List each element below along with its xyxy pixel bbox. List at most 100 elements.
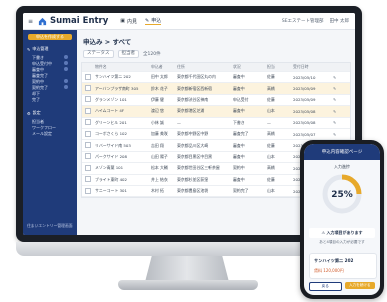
checkbox[interactable] bbox=[85, 96, 91, 103]
filter-staff[interactable]: 担当者 bbox=[117, 50, 139, 58]
checkbox[interactable] bbox=[85, 142, 91, 149]
sidebar-item-mail[interactable]: メール設定 bbox=[32, 131, 68, 136]
cell-address: 東京都新宿区西新宿 bbox=[177, 85, 213, 91]
cell-applicant: 木村 拓 bbox=[151, 188, 164, 194]
row-checkbox[interactable] bbox=[82, 119, 95, 126]
menu-icon[interactable]: ≡ bbox=[28, 18, 34, 25]
sidebar-item-complete[interactable]: 完了 bbox=[32, 97, 68, 102]
cell-applicant: 小林 誠 bbox=[151, 119, 164, 125]
col-staff[interactable]: 担当 bbox=[267, 64, 293, 70]
table-row[interactable]: アーバンプラザ南町 305 鈴木 花子 東京都新宿区西新宿 審査中 高橋 2023/05/… bbox=[82, 83, 350, 95]
monitor-base bbox=[118, 280, 258, 290]
tab-naiken-label: 内見 bbox=[127, 18, 138, 25]
edit-icon[interactable]: ✎ bbox=[333, 75, 347, 80]
row-checkbox[interactable] bbox=[82, 85, 95, 92]
tab-moushikomi[interactable]: ✎ 申込 bbox=[145, 17, 162, 25]
sidebar-item-rejected[interactable]: 却下 bbox=[32, 91, 68, 96]
create-application-button[interactable]: 申込を作成する bbox=[28, 34, 72, 40]
cell-date: 2023/05/08 bbox=[293, 108, 316, 114]
col-status[interactable]: 状況 bbox=[233, 64, 267, 70]
cell-applicant: 吉田 翔 bbox=[151, 142, 164, 148]
cell-property: グリーンヒル 201 bbox=[95, 119, 127, 125]
row-checkbox[interactable] bbox=[82, 107, 95, 115]
row-checkbox[interactable] bbox=[82, 73, 95, 81]
sidebar-item-workflow[interactable]: ワークフロー bbox=[32, 125, 68, 130]
row-checkbox[interactable] bbox=[82, 153, 95, 160]
sidebar-item-label: 担当者 bbox=[32, 119, 44, 124]
sidebar-item-review[interactable]: 審査中 bbox=[32, 67, 68, 72]
row-checkbox[interactable] bbox=[82, 96, 95, 103]
phone-header: 申込内容確認ページ bbox=[304, 144, 380, 160]
count-dot bbox=[64, 85, 68, 89]
top-bar: ≡ Sumai Entry ▣ 内見 ✎ 申込 SEエステート管理部 田中 太郎 bbox=[23, 13, 355, 30]
edit-icon[interactable]: ✎ bbox=[333, 109, 347, 114]
table-row[interactable]: グランメゾン 101 伊藤 健 東京都渋谷区神南 申込受付 佐藤 2023/05/09 ✎ bbox=[82, 95, 350, 107]
top-nav: ▣ 内見 ✎ 申込 bbox=[120, 17, 162, 25]
table-row[interactable]: ハイムコート 4F 渡辺 悠 東京都港区芝浦 審査中 山本 2023/05/08 ✎ bbox=[82, 106, 350, 118]
company-name[interactable]: SEエステート管理部 bbox=[282, 18, 324, 24]
cell-status: 申込受付 bbox=[233, 96, 249, 102]
sidebar-item-contracted[interactable]: 契約完了 bbox=[32, 85, 68, 90]
alert-detail: あと4項目の入力が必要です bbox=[319, 240, 365, 244]
row-checkbox[interactable] bbox=[82, 187, 95, 195]
cell-status: 契約中 bbox=[233, 165, 245, 171]
col-property[interactable]: 物件名 bbox=[95, 64, 151, 70]
checkbox[interactable] bbox=[85, 153, 91, 160]
row-checkbox[interactable] bbox=[82, 164, 95, 172]
cell-address: 東京都世田谷区三軒茶屋 bbox=[177, 165, 220, 171]
cell-applicant: 松本 大輔 bbox=[151, 165, 168, 171]
continue-button[interactable]: 入力を続ける bbox=[344, 282, 375, 289]
col-address[interactable]: 住所 bbox=[177, 64, 233, 70]
table-row[interactable]: グリーンヒル 201 小林 誠 — 下書き — 2023/05/08 ✎ bbox=[82, 118, 350, 129]
table-row[interactable]: サンハイツ第二 202 田中 太郎 東京都千代田区丸の内 審査中 佐藤 2023/05/1… bbox=[82, 72, 350, 84]
checkbox[interactable] bbox=[85, 164, 91, 171]
cell-applicant: 渡辺 悠 bbox=[151, 108, 164, 114]
cell-applicant: 田中 太郎 bbox=[151, 74, 168, 80]
sidebar-item-received[interactable]: 申込受付中 bbox=[32, 61, 68, 66]
cell-address: 東京都豊島区池袋 bbox=[177, 188, 209, 194]
sidebar-item-reviewed[interactable]: 審査完了 bbox=[32, 73, 68, 78]
row-checkbox[interactable] bbox=[82, 142, 95, 149]
checkbox[interactable] bbox=[85, 187, 91, 194]
sidebar-item-label: 下書き bbox=[32, 55, 44, 60]
cell-staff: 佐藤 bbox=[267, 142, 275, 148]
stage: ≡ Sumai Entry ▣ 内見 ✎ 申込 SEエステート管理部 田中 太郎 申… bbox=[0, 0, 387, 302]
cell-date: 2023/05/10 bbox=[293, 74, 316, 80]
cell-status: 審査中 bbox=[233, 85, 245, 91]
sidebar-item-contracting[interactable]: 契約中 bbox=[32, 79, 68, 84]
edit-icon[interactable]: ✎ bbox=[333, 120, 347, 125]
property-price: 賃料 120,000円 bbox=[314, 268, 344, 273]
checkbox[interactable] bbox=[85, 119, 91, 126]
app-name: Sumai Entry bbox=[50, 16, 109, 26]
row-checkbox[interactable] bbox=[82, 130, 95, 138]
pen-icon: ✎ bbox=[27, 46, 31, 52]
checkbox[interactable] bbox=[85, 130, 91, 137]
row-checkbox[interactable] bbox=[82, 176, 95, 183]
edit-icon[interactable]: ✎ bbox=[333, 132, 347, 137]
user-name[interactable]: 田中 太郎 bbox=[330, 18, 349, 24]
property-card[interactable]: サンハイツ第二 202 賃料 120,000円 bbox=[309, 253, 377, 279]
table-row[interactable]: コーポさくら 102 加藤 美咲 東京都中野区中野 審査完了 高橋 2023/05/07 ✎ bbox=[82, 129, 350, 141]
cell-address: 東京都杉並区荻窪 bbox=[177, 176, 209, 182]
progress-label: 25% bbox=[331, 190, 353, 200]
filter-status[interactable]: ステータス bbox=[83, 50, 114, 58]
edit-icon[interactable]: ✎ bbox=[333, 86, 347, 91]
checkbox[interactable] bbox=[85, 73, 91, 80]
col-date[interactable]: 受付日時 bbox=[293, 64, 333, 70]
sidebar-item-label: ワークフロー bbox=[32, 125, 56, 130]
edit-icon[interactable]: ✎ bbox=[333, 97, 347, 102]
checkbox[interactable] bbox=[85, 85, 91, 92]
sidebar-item-draft[interactable]: 下書き bbox=[32, 55, 68, 60]
checkbox[interactable] bbox=[85, 107, 91, 114]
col-applicant[interactable]: 申込者 bbox=[151, 64, 177, 70]
sidebar-item-staff[interactable]: 担当者 bbox=[32, 119, 68, 124]
sidebar-section-applications[interactable]: ✎ 申込管理 bbox=[27, 46, 73, 52]
cell-date: 2023/05/07 bbox=[293, 131, 316, 137]
back-button[interactable]: 戻る bbox=[309, 282, 342, 291]
checkbox[interactable] bbox=[85, 176, 91, 183]
app-logo[interactable]: Sumai Entry bbox=[38, 16, 108, 26]
sidebar-section-settings[interactable]: ⚙ 設定 bbox=[27, 110, 73, 116]
tab-naiken[interactable]: ▣ 内見 bbox=[120, 17, 137, 25]
cell-address: 東京都渋谷区神南 bbox=[177, 96, 209, 102]
phone-subtitle: 入力進捗 bbox=[334, 164, 350, 169]
